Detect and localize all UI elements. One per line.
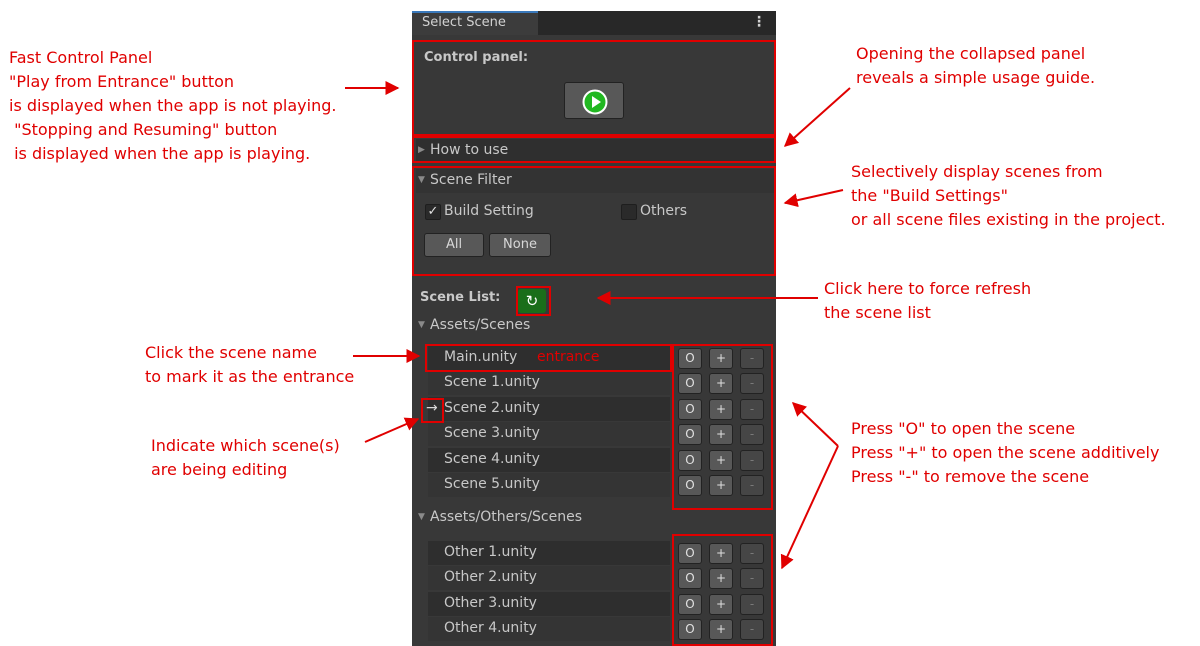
arrow-collapsed: [783, 87, 851, 147]
arrow-buttons-down: [780, 445, 839, 570]
arrow-editing: [364, 417, 420, 443]
arrow-buttons-up: [791, 402, 839, 447]
arrow-filter: [783, 189, 844, 208]
annotation-arrows: [345, 81, 851, 570]
